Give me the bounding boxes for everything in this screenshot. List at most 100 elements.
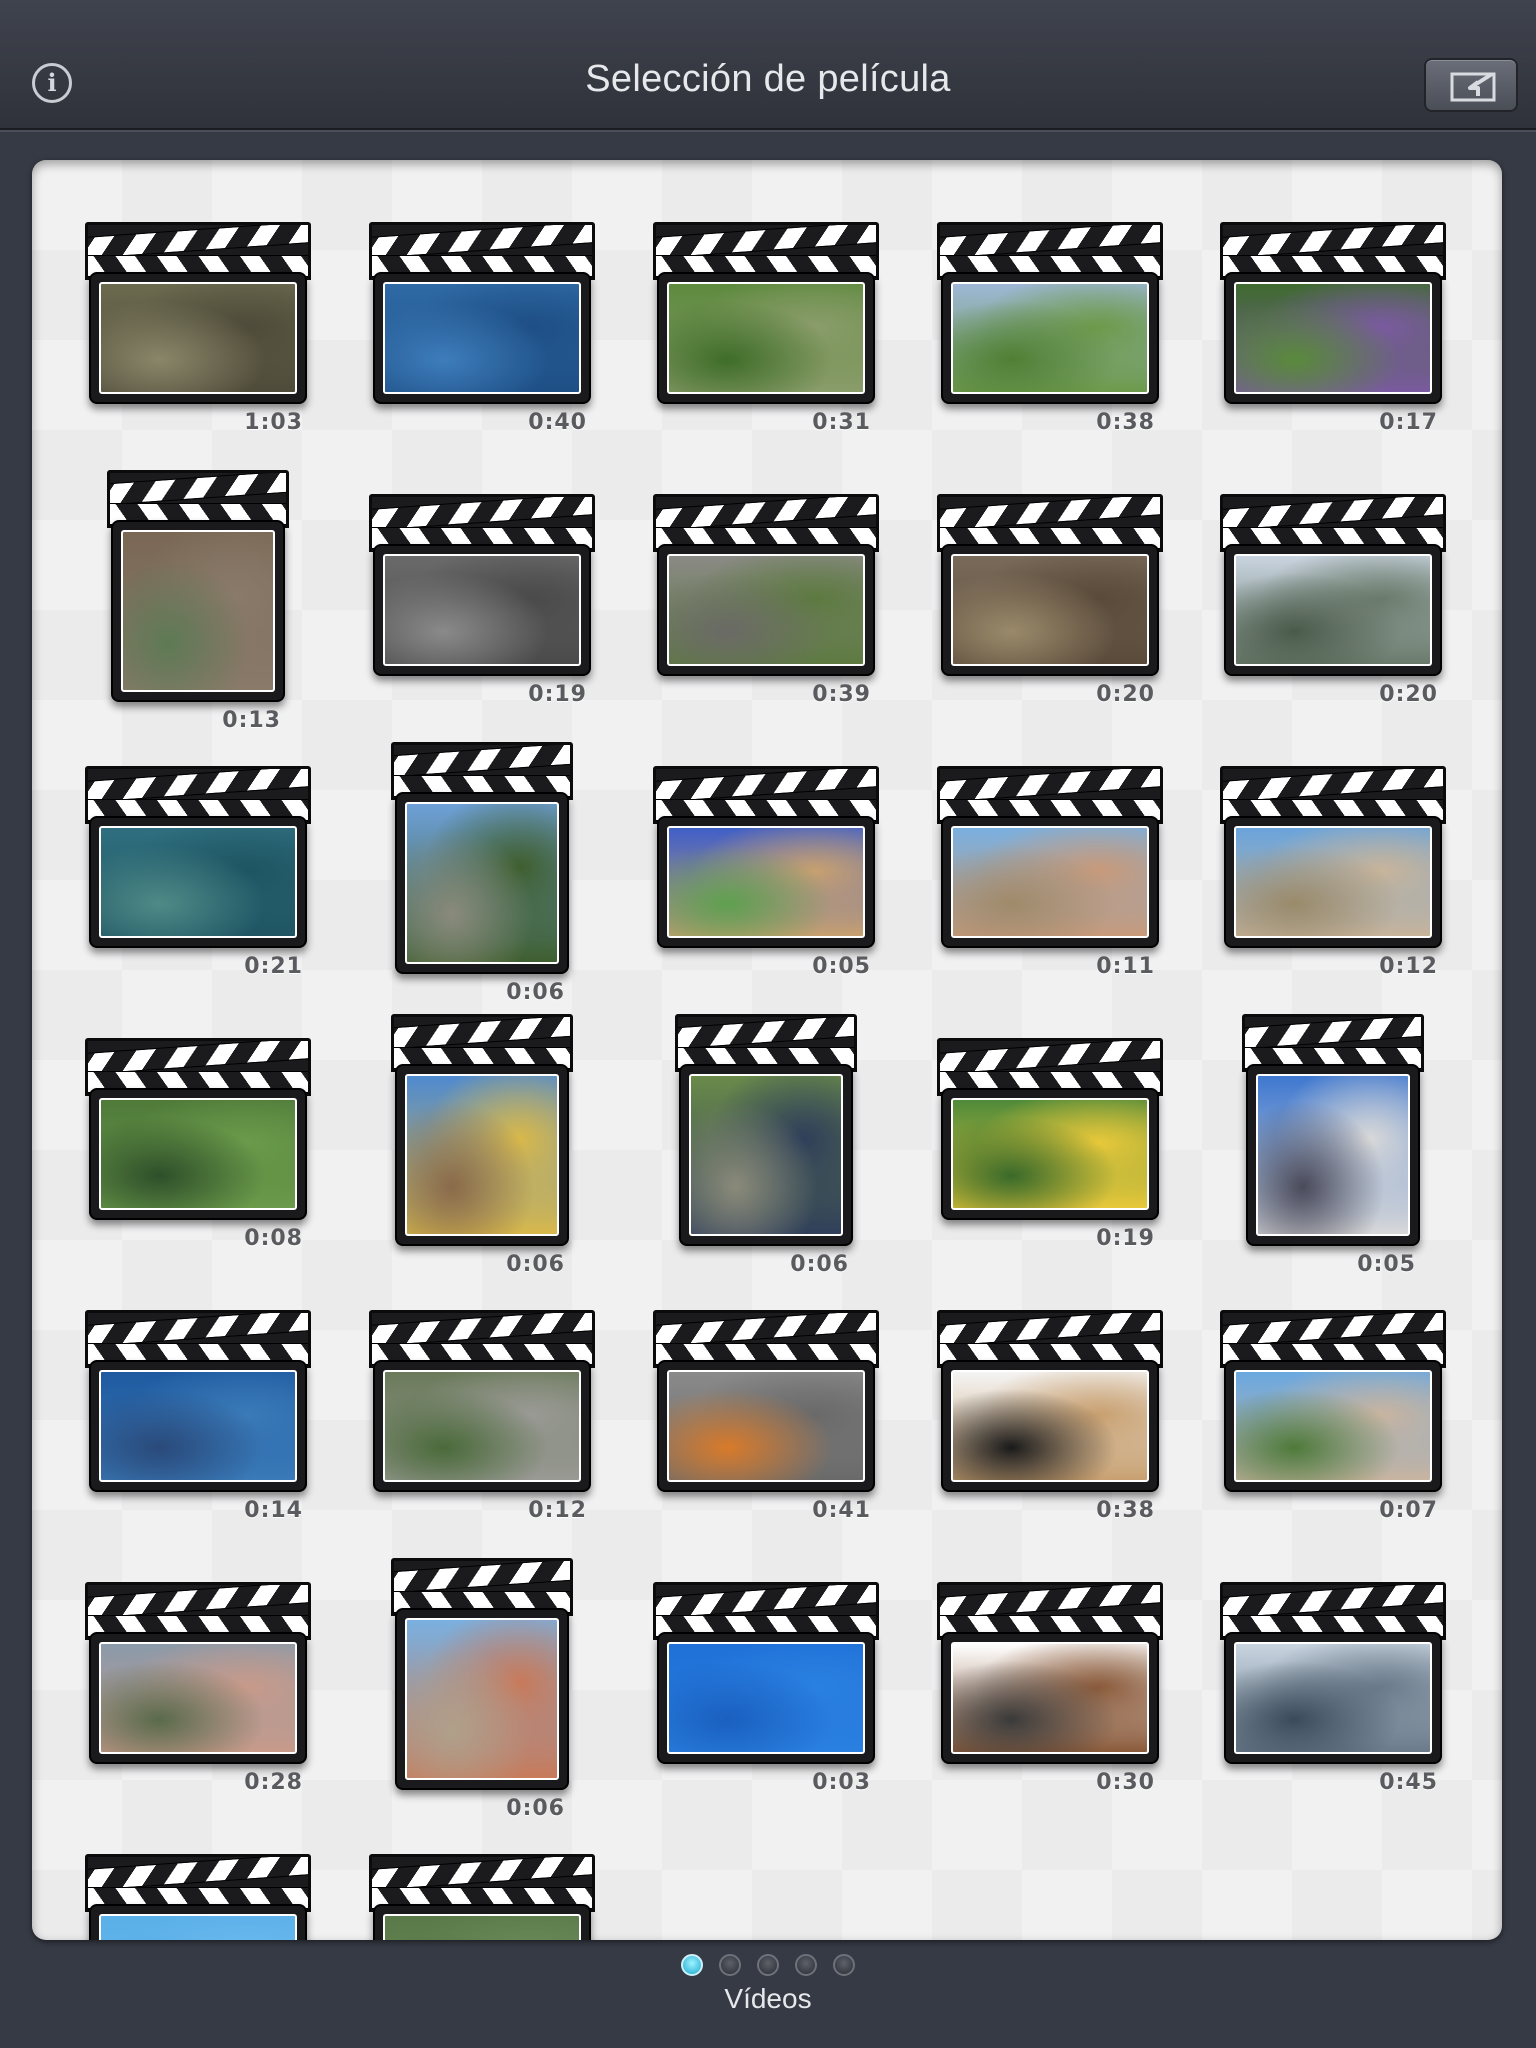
video-duration: 0:19 (528, 682, 587, 707)
video-item[interactable]: 0:11 (937, 766, 1163, 996)
video-frame (1224, 1632, 1442, 1764)
video-thumbnail-palm-rooftop (405, 1618, 559, 1780)
video-thumbnail-spaniel-dog (951, 1642, 1149, 1754)
video-item[interactable]: 0:19 (369, 494, 595, 724)
video-duration: 0:03 (812, 1770, 871, 1795)
video-item[interactable]: 0:14 (85, 1310, 311, 1540)
video-item[interactable]: 0:20 (1220, 494, 1446, 724)
video-duration: 0:05 (1357, 1252, 1416, 1277)
video-thumbnail-parking-lot (1256, 1074, 1410, 1236)
video-frame (1224, 1360, 1442, 1492)
video-item[interactable]: 0:21 (85, 766, 311, 996)
video-item[interactable]: 0:06 (391, 1014, 573, 1294)
video-thumbnail-race-track (121, 530, 275, 692)
video-thumbnail-partial-sky (99, 1914, 297, 1940)
video-frame (89, 816, 307, 948)
video-item[interactable]: 0:13 (107, 470, 289, 750)
video-duration: 0:30 (1096, 1770, 1155, 1795)
video-item[interactable]: 0:12 (1220, 766, 1446, 996)
video-thumbnail-sea (383, 282, 581, 394)
video-item[interactable]: 0:38 (937, 1310, 1163, 1540)
video-item[interactable]: 0:07 (1220, 1310, 1446, 1540)
video-thumbnail-blue-car (689, 1074, 843, 1236)
video-thumbnail-butterfly-leaves (951, 1098, 1149, 1210)
video-item[interactable]: 0:30 (937, 1582, 1163, 1812)
video-duration: 0:06 (790, 1252, 849, 1277)
video-frame (941, 1360, 1159, 1492)
video-item[interactable]: 0:28 (85, 1582, 311, 1812)
video-thumbnail-aquarium-fish (99, 826, 297, 938)
video-duration: 0:39 (812, 682, 871, 707)
video-frame (395, 1064, 569, 1246)
video-duration: 0:06 (506, 980, 565, 1005)
video-item[interactable]: 0:06 (391, 742, 573, 1022)
video-thumbnail-garden-palm (99, 282, 297, 394)
video-duration: 0:13 (222, 708, 281, 733)
video-thumbnail-partial-garden (383, 1914, 581, 1940)
video-frame (657, 544, 875, 676)
video-frame (1224, 544, 1442, 676)
video-frame (1224, 816, 1442, 948)
video-frame (373, 1904, 591, 1940)
video-thumbnail-prairie-dog (667, 826, 865, 938)
video-thumbnail-palm-street (405, 1074, 559, 1236)
video-frame (941, 544, 1159, 676)
video-frame (373, 1360, 591, 1492)
video-duration: 0:38 (1096, 410, 1155, 435)
import-export-button[interactable] (1424, 58, 1518, 112)
video-frame (679, 1064, 853, 1246)
video-item[interactable]: 0:19 (937, 1038, 1163, 1268)
video-thumbnail-balcony-view (99, 1642, 297, 1754)
video-thumbnail-red-panda-rocks (667, 554, 865, 666)
page-indicator[interactable] (0, 1954, 1536, 1980)
video-item[interactable]: 0:31 (653, 222, 879, 452)
video-thumbnail-football-field (951, 282, 1149, 394)
video-duration: 0:17 (1379, 410, 1438, 435)
video-item[interactable]: 0:41 (653, 1310, 879, 1540)
video-item[interactable]: 0:08 (85, 1038, 311, 1268)
video-duration: 0:12 (528, 1498, 587, 1523)
video-duration: 0:19 (1096, 1226, 1155, 1251)
video-frame (111, 520, 285, 702)
video-thumbnail-town-rooftops (951, 826, 1149, 938)
video-item[interactable]: 0:39 (653, 494, 879, 724)
video-duration: 0:40 (528, 410, 587, 435)
video-item[interactable]: 0:12 (369, 1310, 595, 1540)
video-thumbnail-kids-street (667, 1370, 865, 1482)
video-duration: 0:06 (506, 1796, 565, 1821)
page-title: Selección de película (585, 58, 951, 100)
video-thumbnail-beach-children (383, 554, 581, 666)
video-item[interactable]: 0:05 (653, 766, 879, 996)
video-frame (89, 1632, 307, 1764)
video-item[interactable] (369, 1854, 595, 1940)
video-duration: 0:31 (812, 410, 871, 435)
video-frame (941, 272, 1159, 404)
video-duration: 0:21 (244, 954, 303, 979)
page-dot[interactable] (681, 1954, 703, 1976)
page-dot[interactable] (833, 1954, 855, 1976)
video-duration: 0:12 (1379, 954, 1438, 979)
video-thumbnail-pine-trees (405, 802, 559, 964)
video-item[interactable]: 0:05 (1242, 1014, 1424, 1294)
video-thumbnail-green-plants (99, 1098, 297, 1210)
video-frame (657, 816, 875, 948)
video-item[interactable]: 0:20 (937, 494, 1163, 724)
page-dot[interactable] (757, 1954, 779, 1976)
video-thumbnail-elephant-shrew (951, 554, 1149, 666)
video-item[interactable]: 0:06 (391, 1558, 573, 1838)
video-item[interactable]: 0:17 (1220, 222, 1446, 452)
section-label: Vídeos (724, 1983, 812, 2014)
video-duration: 0:38 (1096, 1498, 1155, 1523)
video-frame (373, 272, 591, 404)
video-item[interactable]: 0:03 (653, 1582, 879, 1812)
video-item[interactable]: 0:40 (369, 222, 595, 452)
video-item[interactable]: 0:45 (1220, 1582, 1446, 1812)
video-item[interactable]: 0:38 (937, 222, 1163, 452)
page-dot[interactable] (795, 1954, 817, 1976)
video-item[interactable] (85, 1854, 311, 1940)
video-item[interactable]: 1:03 (85, 222, 311, 452)
page-dot[interactable] (719, 1954, 741, 1976)
video-item[interactable]: 0:06 (675, 1014, 857, 1294)
video-grid-panel[interactable]: 1:03 0:40 0:31 0:38 0:17 0:13 0:19 0:39 0:20 0:20… (32, 160, 1502, 1940)
video-thumbnail-picnic-lawn (667, 282, 865, 394)
